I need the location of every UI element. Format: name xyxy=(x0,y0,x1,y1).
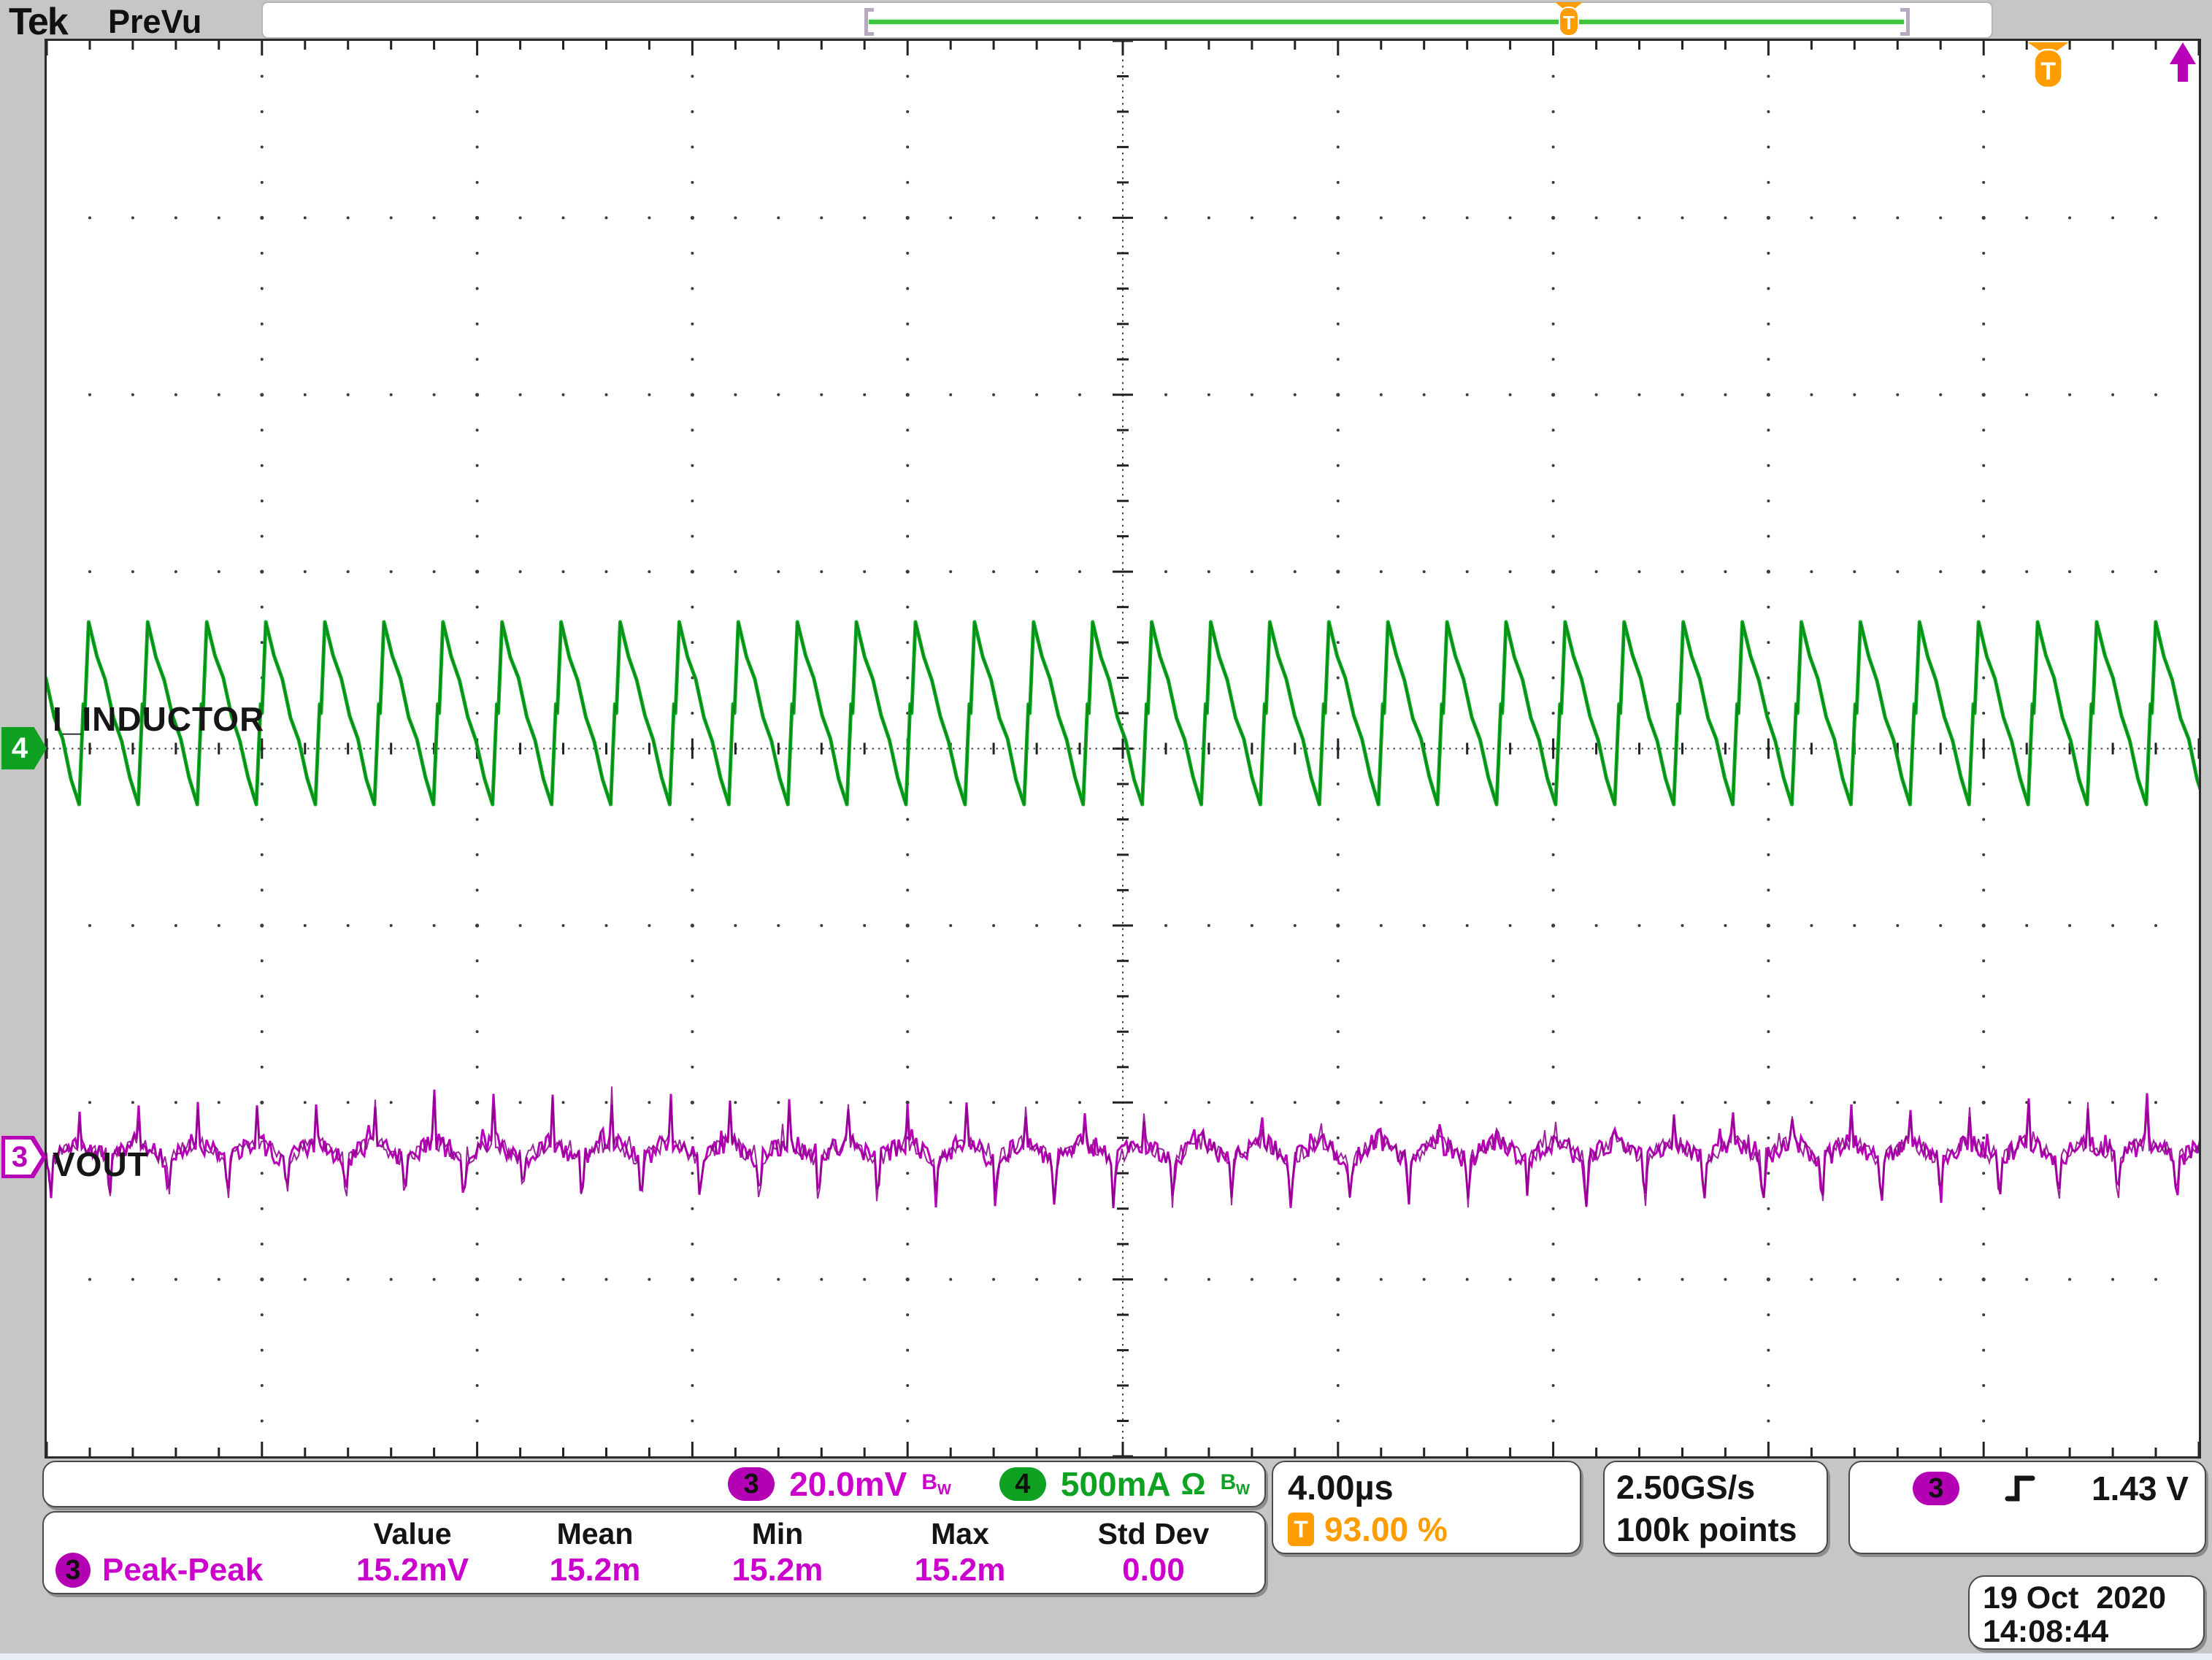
acquisition-status: PreVu xyxy=(108,3,201,41)
record-window-end-bracket xyxy=(1900,8,1910,36)
screen-bottom-edge xyxy=(0,1653,2212,1660)
ch4-scale-value: 500mA xyxy=(1061,1464,1171,1504)
trigger-position-value: 93.00 % xyxy=(1324,1510,1448,1549)
svg-text:T: T xyxy=(2040,58,2056,85)
trigger-level-value: 1.43 V xyxy=(2092,1469,2189,1508)
acquisition-readout[interactable]: 2.50GS/s 100k points xyxy=(1603,1461,1828,1554)
measurement-row: 3 Peak-Peak 15.2mV 15.2m 15.2m 15.2m 0.0… xyxy=(44,1551,1264,1590)
record-view[interactable] xyxy=(261,1,1993,39)
measurement-channel-badge: 3 xyxy=(55,1553,91,1588)
record-window-start-bracket xyxy=(864,8,874,36)
measurement-mean: 15.2m xyxy=(504,1552,686,1588)
bw-w: W xyxy=(937,1482,951,1498)
col-header-max: Max xyxy=(869,1517,1051,1551)
trigger-t-icon: T xyxy=(1288,1513,1314,1546)
col-header-min: Min xyxy=(686,1517,869,1551)
trigger-marker-letter: T xyxy=(1563,12,1575,34)
col-header-mean: Mean xyxy=(504,1517,686,1551)
trigger-position-flag[interactable]: T xyxy=(2028,42,2069,88)
record-view-waveform-line xyxy=(869,20,1904,24)
measurement-max: 15.2m xyxy=(869,1552,1051,1588)
ch3-position-flag[interactable]: 3 xyxy=(1,1136,47,1178)
ch3-trace-label: VOUT xyxy=(53,1145,149,1184)
ch4-bandwidth-limit-icon: BW xyxy=(1220,1472,1250,1497)
bw-b: B xyxy=(921,1470,937,1494)
trigger-source-badge: 3 xyxy=(1913,1472,1959,1505)
measurement-header-row: Value Mean Min Max Std Dev xyxy=(321,1517,1264,1551)
time-value: 14:08:44 xyxy=(1983,1615,2203,1648)
ch4-impedance: Ω xyxy=(1181,1467,1206,1502)
ch3-scale-value: 20.0mV xyxy=(789,1464,907,1504)
ch3-badge: 3 xyxy=(728,1467,775,1501)
ch4-position-flag[interactable]: 4 xyxy=(1,727,47,769)
datetime-box: 19 Oct 2020 14:08:44 xyxy=(1968,1575,2205,1650)
oscilloscope-screen: Tek PreVu T T I_INDUCTOR VOUT 4 3 3 20.0… xyxy=(0,0,2212,1660)
date-value: 19 Oct 2020 xyxy=(1983,1581,2203,1615)
sample-rate-value: 2.50GS/s xyxy=(1616,1467,1827,1509)
ch3-trigger-level-offscreen-arrow[interactable] xyxy=(2170,42,2196,82)
channel-scale-readout[interactable]: 3 20.0mV BW 4 500mA Ω BW xyxy=(42,1461,1266,1507)
measurement-name: Peak-Peak xyxy=(102,1552,321,1588)
measurement-stddev: 0.00 xyxy=(1051,1552,1256,1588)
col-header-stddev: Std Dev xyxy=(1051,1517,1256,1551)
ch4-flag-number: 4 xyxy=(1,727,38,769)
graticule: T I_INDUCTOR VOUT xyxy=(47,41,2199,1456)
col-header-value: Value xyxy=(321,1517,504,1551)
measurement-table[interactable]: Value Mean Min Max Std Dev 3 Peak-Peak 1… xyxy=(42,1511,1266,1594)
tek-logo: Tek xyxy=(9,0,67,44)
horizontal-readout[interactable]: 4.00µs T 93.00 % xyxy=(1272,1461,1581,1554)
ch4-trace-label: I_INDUCTOR xyxy=(53,699,264,739)
ch3-bandwidth-limit-icon: BW xyxy=(921,1472,951,1497)
ch3-flag-number: 3 xyxy=(1,1136,38,1178)
measurement-min: 15.2m xyxy=(686,1552,869,1588)
measurement-value: 15.2mV xyxy=(321,1552,504,1588)
timebase-value: 4.00µs xyxy=(1288,1467,1580,1509)
bw-w: W xyxy=(1236,1482,1250,1498)
trigger-readout[interactable]: 3 1.43 V xyxy=(1848,1461,2206,1554)
record-length-value: 100k points xyxy=(1616,1509,1827,1551)
ch4-badge: 4 xyxy=(999,1467,1046,1501)
waveform-plot: T xyxy=(47,41,2199,1456)
rising-edge-icon xyxy=(2005,1471,2035,1506)
bw-b: B xyxy=(1220,1470,1236,1494)
record-trigger-marker[interactable]: T xyxy=(1553,2,1585,37)
